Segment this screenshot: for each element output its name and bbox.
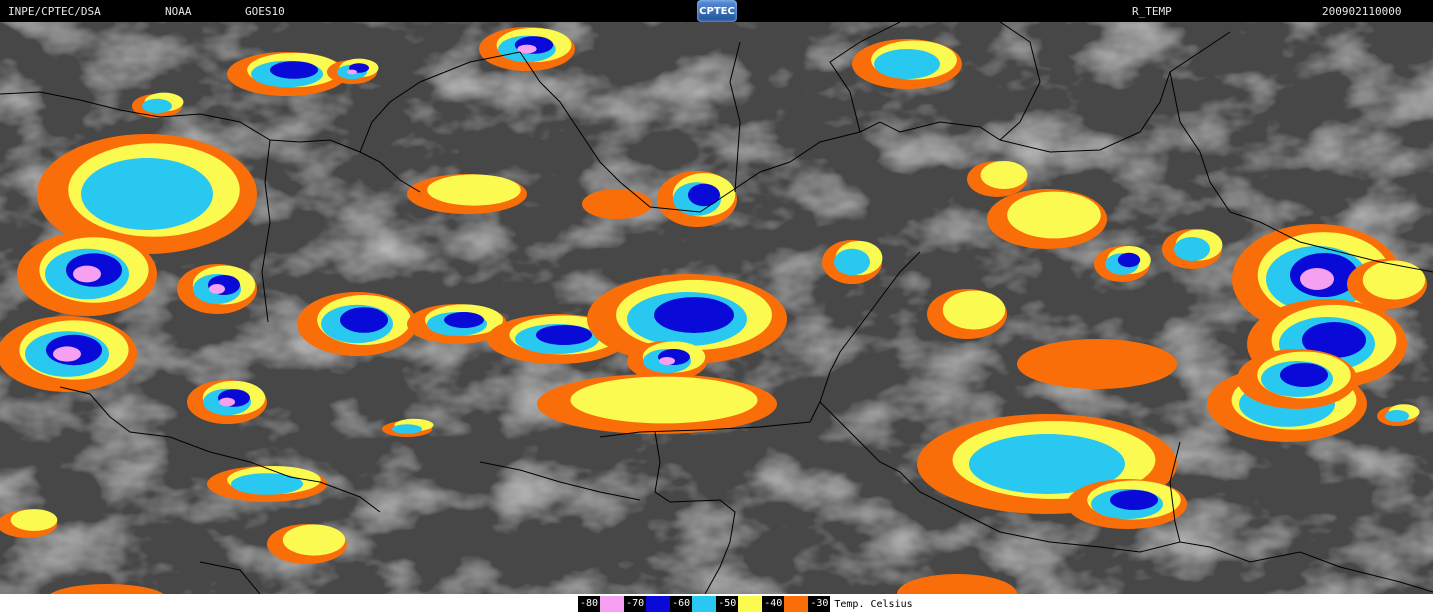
cloud-top-contour [1007, 191, 1101, 239]
cloud-top-contour [282, 524, 346, 556]
cloud-top-contour [270, 61, 318, 79]
legend-label: -70 [624, 596, 647, 612]
cloud-top-contour [53, 346, 81, 362]
cloud-top-contour [874, 49, 940, 79]
agency-label: NOAA [165, 5, 192, 18]
cloud-top-contour [1017, 339, 1177, 389]
source-label: INPE/CPTEC/DSA [8, 5, 101, 18]
temperature-legend: -80 -70 -60 -50 -40 -30 Temp. Celsius [0, 594, 1433, 614]
cloud-top-contour [427, 174, 521, 206]
cloud-top-contour [654, 297, 734, 333]
cloud-top-contour [231, 473, 303, 495]
cloud-top-contour [1280, 363, 1328, 387]
cloud-top-contour [1362, 260, 1426, 300]
cloud-top-contour [219, 397, 235, 407]
legend-label: -30 [808, 596, 831, 612]
legend-swatch [784, 596, 809, 612]
legend-title: Temp. Celsius [834, 598, 913, 610]
legend-label: -80 [578, 596, 601, 612]
cloud-top-contour [659, 357, 675, 365]
satellite-label: GOES10 [245, 5, 285, 18]
cptec-logo: CPTEC [697, 0, 737, 22]
product-label: R_TEMP [1132, 5, 1172, 18]
legend-label: -50 [716, 596, 739, 612]
legend-scale: -80 -70 -60 -50 -40 -30 Temp. Celsius [578, 596, 913, 612]
cloud-top-contour [142, 98, 172, 114]
cloud-top-contour [1385, 410, 1409, 422]
cloud-top-contour [1110, 490, 1158, 510]
cloud-top-contour [570, 376, 758, 424]
cloud-top-contour [536, 325, 592, 345]
cloud-top-contour [73, 265, 101, 283]
datetime-label: 200902110000 [1322, 5, 1402, 18]
cloud-top-contour [834, 248, 870, 276]
cloud-top-contour [340, 307, 388, 333]
cloud-top-contour [1174, 237, 1210, 261]
cloud-top-contour [1300, 268, 1334, 290]
cloud-top-contour [209, 284, 225, 294]
cloud-top-contour [347, 69, 357, 75]
legend-label: -60 [670, 596, 693, 612]
cloud-top-contour [980, 160, 1028, 190]
satellite-map [0, 22, 1433, 594]
legend-swatch [692, 596, 717, 612]
cloud-top-contour [10, 509, 58, 531]
header-bar: INPE/CPTEC/DSA NOAA GOES10 CPTEC R_TEMP … [0, 0, 1433, 22]
cloud-top-contour [392, 424, 422, 434]
legend-swatch [600, 596, 625, 612]
cloud-top-contour [444, 312, 484, 328]
legend-swatch [738, 596, 763, 612]
cloud-top-contour [942, 290, 1006, 330]
cloud-top-contour [81, 158, 213, 230]
cloud-top-contour [1117, 252, 1141, 268]
cloud-top-contour [582, 189, 652, 219]
legend-label: -40 [762, 596, 785, 612]
cloud-top-contour [688, 183, 720, 207]
satellite-image [0, 22, 1433, 594]
legend-swatch [646, 596, 671, 612]
